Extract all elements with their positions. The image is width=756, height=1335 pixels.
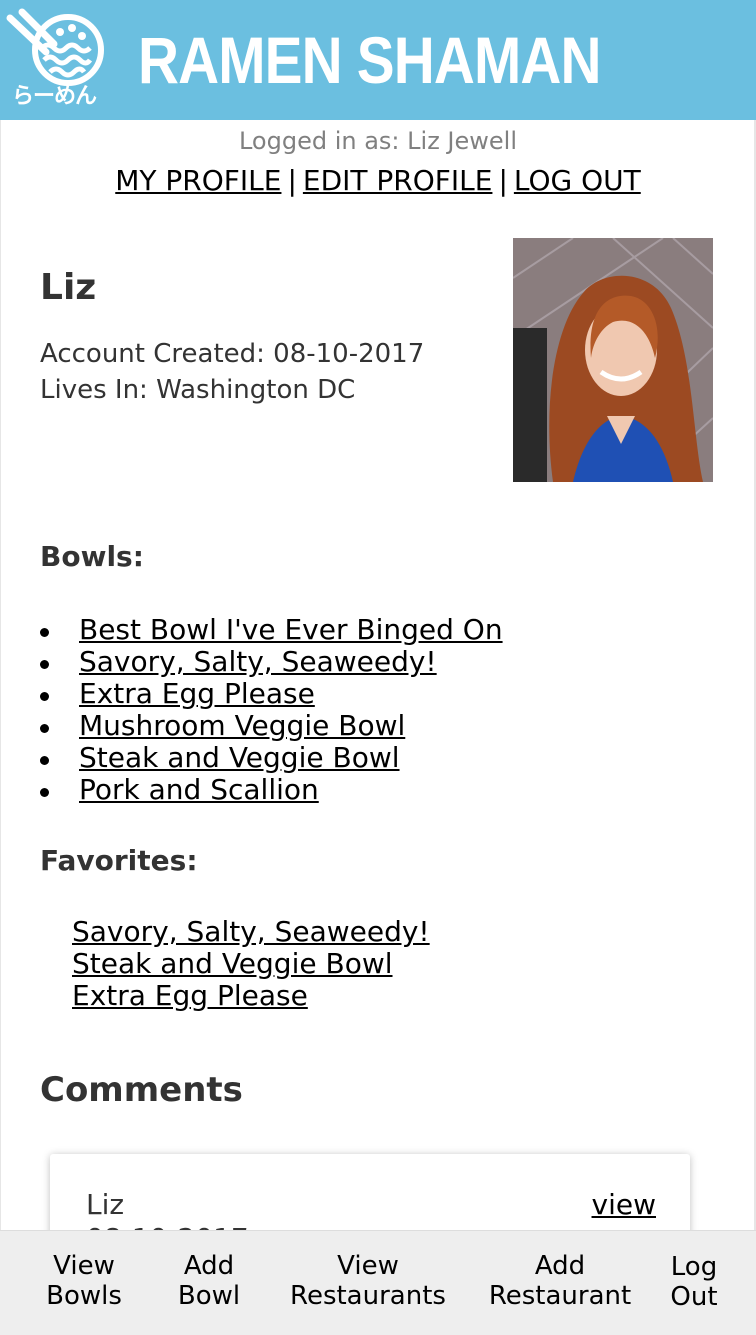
bowl-list-item: Extra Egg Please — [40, 678, 503, 710]
bowls-heading: Bowls: — [40, 540, 144, 573]
view-bowls-label-1: View — [53, 1251, 115, 1281]
log-out-link[interactable]: LOG OUT — [514, 164, 641, 197]
comment-author: Liz — [86, 1188, 125, 1221]
favorites-list: Savory, Salty, Seaweedy! Steak and Veggi… — [72, 916, 430, 1012]
bowl-link[interactable]: Mushroom Veggie Bowl — [79, 709, 405, 742]
bullet-icon — [40, 756, 49, 765]
favorite-link[interactable]: Extra Egg Please — [72, 979, 308, 1012]
favorite-link[interactable]: Savory, Salty, Seaweedy! — [72, 915, 430, 948]
lives-in: Lives In: Washington DC — [40, 375, 356, 405]
view-restaurants-label-1: View — [337, 1251, 399, 1281]
account-created: Account Created: 08-10-2017 — [40, 339, 425, 369]
bowl-link[interactable]: Extra Egg Please — [79, 677, 315, 710]
login-status: Logged in as: Liz Jewell — [238, 127, 517, 155]
profile-meta: Account Created: 08-10-2017 Lives In: Wa… — [40, 336, 424, 408]
log-out-label-2: Out — [670, 1282, 718, 1312]
account-nav: MY PROFILE | EDIT PROFILE | LOG OUT — [0, 164, 756, 198]
bottom-nav-bar: View Bowls Add Bowl View Restaurants Add… — [0, 1230, 756, 1335]
favorites-heading: Favorites: — [40, 844, 198, 877]
bowls-list: Best Bowl I've Ever Binged On Savory, Sa… — [40, 614, 503, 806]
comments-heading: Comments — [40, 1070, 243, 1110]
bowl-link[interactable]: Steak and Veggie Bowl — [79, 741, 400, 774]
add-bowl-button[interactable]: Add Bowl — [166, 1251, 252, 1311]
profile-name: Liz — [40, 267, 97, 308]
log-out-button[interactable]: Log Out — [660, 1252, 728, 1312]
logo-caption: らーめん — [12, 84, 97, 109]
bowl-list-item: Steak and Veggie Bowl — [40, 742, 503, 774]
add-restaurant-label-2: Restaurant — [488, 1281, 632, 1311]
site-header: らーめん RAMEN SHAMAN — [0, 0, 756, 120]
my-profile-link[interactable]: MY PROFILE — [115, 164, 281, 197]
bullet-icon — [40, 788, 49, 797]
bowl-list-item: Mushroom Veggie Bowl — [40, 710, 503, 742]
favorite-item: Steak and Veggie Bowl — [72, 948, 430, 980]
bowl-list-item: Savory, Salty, Seaweedy! — [40, 646, 503, 678]
favorite-link[interactable]: Steak and Veggie Bowl — [72, 947, 393, 980]
page-left-border — [0, 120, 1, 1230]
bullet-icon — [40, 692, 49, 701]
bowl-list-item: Best Bowl I've Ever Binged On — [40, 614, 503, 646]
bowl-link[interactable]: Savory, Salty, Seaweedy! — [79, 645, 437, 678]
bowl-link[interactable]: Pork and Scallion — [79, 773, 319, 806]
comment-view-link[interactable]: view — [592, 1188, 656, 1222]
edit-profile-link[interactable]: EDIT PROFILE — [303, 164, 493, 197]
favorite-item: Extra Egg Please — [72, 980, 430, 1012]
bullet-icon — [40, 660, 49, 669]
bullet-icon — [40, 628, 49, 637]
favorite-item: Savory, Salty, Seaweedy! — [72, 916, 430, 948]
site-title[interactable]: RAMEN SHAMAN — [138, 22, 602, 98]
bullet-icon — [40, 724, 49, 733]
log-out-label-1: Log — [670, 1252, 718, 1282]
nav-separator: | — [287, 164, 297, 197]
view-bowls-label-2: Bowls — [46, 1281, 122, 1311]
add-bowl-label-1: Add — [183, 1251, 235, 1281]
nav-separator: | — [498, 164, 508, 197]
bowl-link[interactable]: Best Bowl I've Ever Binged On — [79, 613, 503, 646]
view-restaurants-button[interactable]: View Restaurants — [282, 1251, 454, 1311]
add-restaurant-button[interactable]: Add Restaurant — [482, 1251, 638, 1311]
view-restaurants-label-2: Restaurants — [290, 1281, 446, 1311]
bowl-list-item: Pork and Scallion — [40, 774, 503, 806]
add-restaurant-label-1: Add — [534, 1251, 586, 1281]
profile-photo — [513, 238, 713, 482]
view-bowls-button[interactable]: View Bowls — [36, 1251, 132, 1311]
add-bowl-label-2: Bowl — [177, 1281, 241, 1311]
